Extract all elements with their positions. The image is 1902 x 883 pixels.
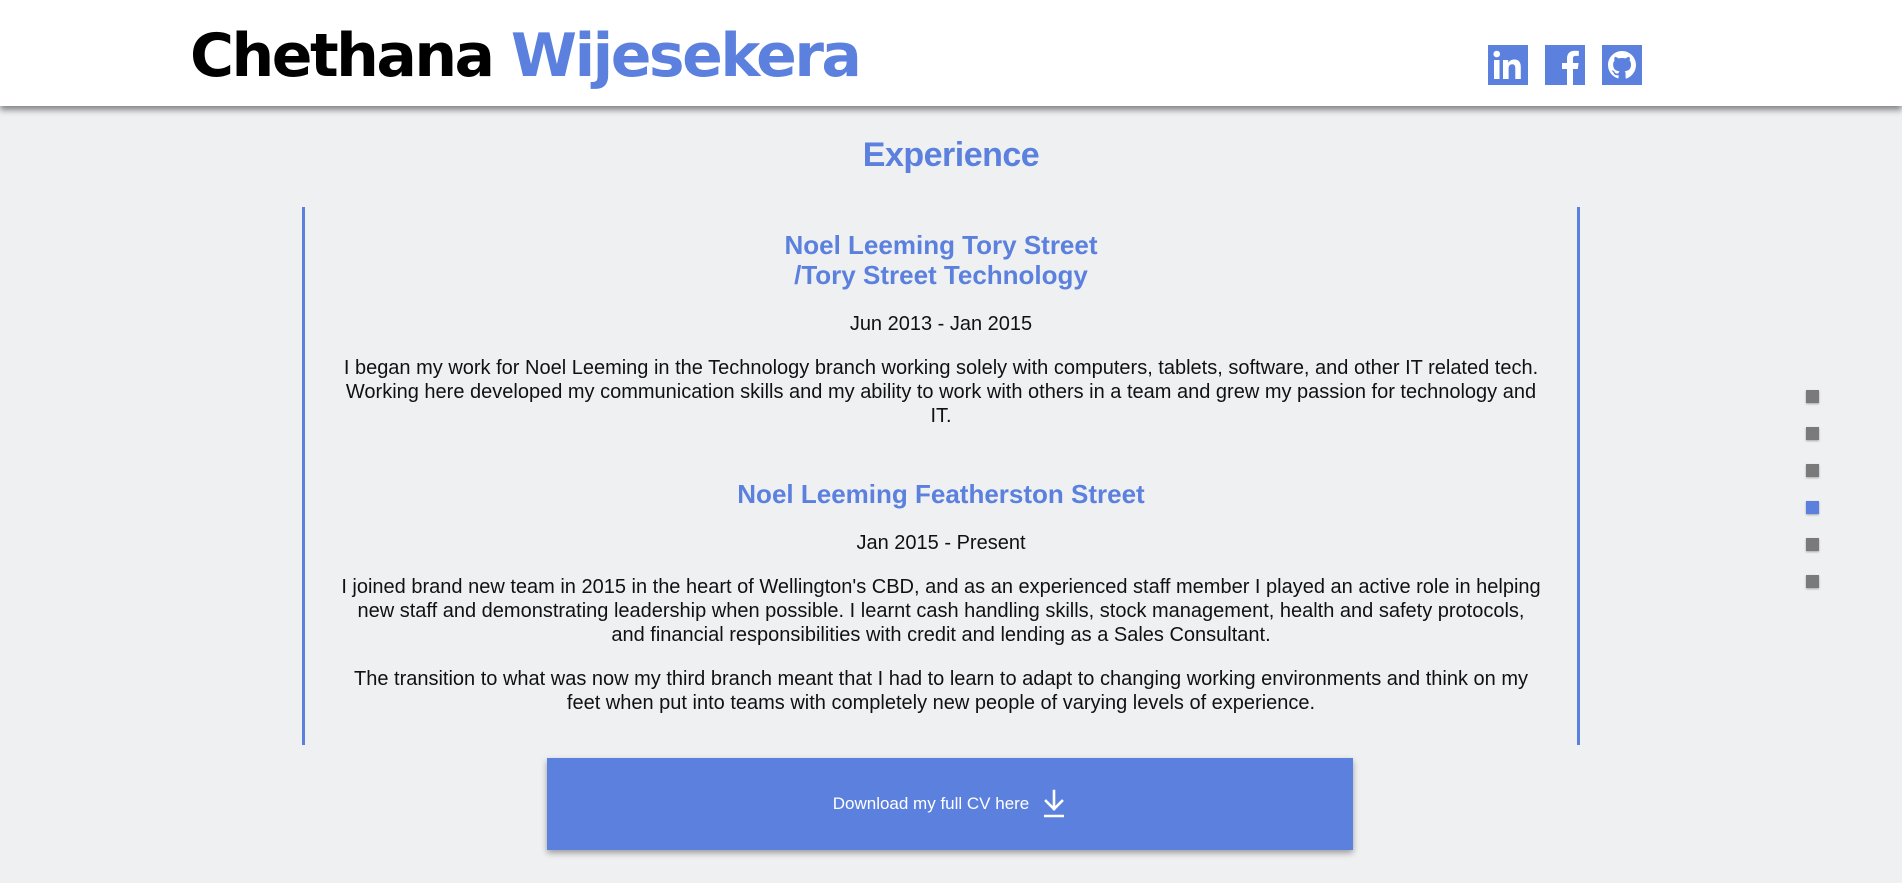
section-nav-dot[interactable] (1806, 575, 1819, 588)
section-nav-dot[interactable] (1806, 464, 1819, 477)
section-nav-dot[interactable] (1806, 538, 1819, 551)
site-name[interactable]: Chethana Wijesekera (190, 21, 862, 91)
last-name: Wijesekera (510, 21, 862, 91)
download-icon (1044, 789, 1065, 818)
social-links (1488, 45, 1642, 85)
linkedin-icon (1488, 45, 1528, 85)
github-icon (1602, 45, 1642, 85)
download-cv-label: Download my full CV here (832, 794, 1030, 813)
job-title: Noel Leeming Featherston Street (737, 479, 1145, 509)
first-name: Chethana (190, 21, 495, 91)
job-description: The transition to what was now my third … (354, 668, 1528, 714)
facebook-icon (1545, 45, 1585, 85)
job-entry: Noel Leeming Tory Street /Tory Street Te… (305, 230, 1577, 428)
job-title: Noel Leeming Tory Street /Tory Street Te… (784, 230, 1098, 290)
facebook-link[interactable] (1545, 45, 1585, 85)
job-date: Jun 2013 - Jan 2015 (849, 313, 1033, 335)
section-nav-dot[interactable] (1806, 390, 1819, 403)
experience-timeline: Noel Leeming Tory Street /Tory Street Te… (302, 207, 1580, 745)
job-entry: Noel Leeming Featherston Street Jan 2015… (305, 479, 1577, 715)
job-date: Jan 2015 - Present (856, 532, 1026, 554)
job-description: I began my work for Noel Leeming in the … (343, 357, 1539, 427)
job-description: I joined brand new team in 2015 in the h… (341, 576, 1541, 646)
section-nav-dot[interactable] (1806, 501, 1819, 514)
section-nav-dot[interactable] (1806, 427, 1819, 440)
linkedin-link[interactable] (1488, 45, 1528, 85)
github-link[interactable] (1602, 45, 1642, 85)
download-cv-button[interactable]: Download my full CV here (547, 758, 1353, 850)
site-header: Chethana Wijesekera (0, 0, 1902, 106)
section-title: Experience (862, 136, 1040, 174)
